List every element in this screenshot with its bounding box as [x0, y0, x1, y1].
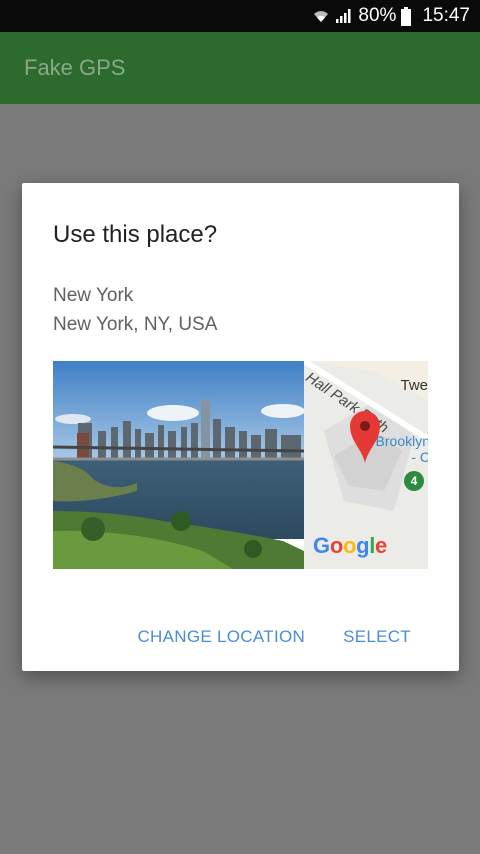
- use-place-dialog: Use this place? New York New York, NY, U…: [22, 183, 459, 671]
- signal-icon: [334, 7, 352, 25]
- battery-icon: [400, 6, 412, 26]
- place-name: New York: [53, 285, 134, 306]
- place-address: New York, NY, USA: [53, 314, 218, 335]
- map-preview[interactable]: Hall Park Path Twe Brooklyn - C 4 Google: [304, 361, 428, 569]
- google-logo: Google: [313, 533, 387, 558]
- dialog-actions: CHANGE LOCATION SELECT: [125, 619, 459, 655]
- app-title: Fake GPS: [24, 55, 126, 80]
- subway-badge: 4: [404, 471, 424, 491]
- map-pin-icon: [350, 411, 380, 468]
- change-location-button[interactable]: CHANGE LOCATION: [125, 621, 317, 653]
- battery-percentage: 80%: [358, 5, 397, 26]
- map-label-brooklyn: Brooklyn - C: [375, 433, 428, 465]
- place-photo: [53, 361, 304, 569]
- status-clock: 15:47: [422, 5, 470, 26]
- wifi-icon: [312, 7, 330, 25]
- status-bar: 80% 15:47: [0, 0, 480, 32]
- dialog-title: Use this place?: [53, 221, 218, 248]
- map-label-tweed: Twe: [400, 377, 428, 394]
- app-bar: Fake GPS: [0, 32, 480, 104]
- select-button[interactable]: SELECT: [331, 621, 423, 653]
